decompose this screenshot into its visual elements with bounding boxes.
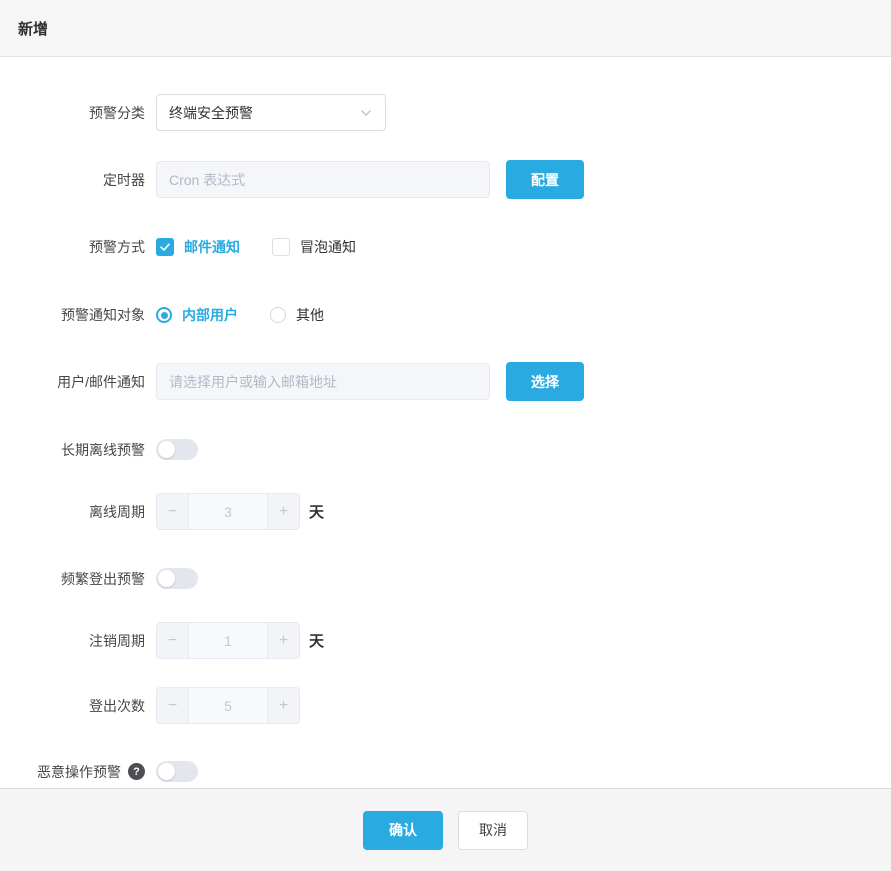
logout-count-stepper: − 5 +: [156, 687, 300, 724]
other-radio-label[interactable]: 其他: [296, 305, 324, 325]
form-row-logout-period: 注销周期 − 1 + 天: [0, 622, 891, 659]
category-select-value: 终端安全预警: [169, 103, 253, 123]
category-select[interactable]: 终端安全预警: [156, 94, 386, 131]
form-row-offline-period: 离线周期 − 3 + 天: [0, 493, 891, 530]
method-option-bubble: 冒泡通知: [272, 237, 356, 257]
add-alert-dialog: 新增 预警分类 终端安全预警 定时器 配置 预警方式: [0, 0, 891, 871]
help-icon[interactable]: ?: [128, 763, 145, 780]
confirm-button[interactable]: 确认: [363, 811, 443, 850]
dialog-title: 新增: [18, 18, 48, 39]
bubble-checkbox-label[interactable]: 冒泡通知: [300, 237, 356, 257]
dialog-header: 新增: [0, 0, 891, 57]
offline-period-value[interactable]: 3: [189, 494, 267, 529]
bubble-checkbox[interactable]: [272, 238, 290, 256]
configure-button[interactable]: 配置: [506, 160, 584, 199]
minus-icon[interactable]: −: [157, 623, 189, 658]
target-option-internal: 内部用户: [156, 305, 238, 325]
logout-count-value[interactable]: 5: [189, 688, 267, 723]
form-row-logout-alert: 频繁登出预警: [0, 568, 891, 589]
check-icon: [159, 241, 171, 253]
logout-alert-label: 频繁登出预警: [0, 569, 145, 589]
email-checkbox[interactable]: [156, 238, 174, 256]
internal-user-radio-label[interactable]: 内部用户: [182, 305, 238, 325]
logout-period-label: 注销周期: [0, 631, 145, 651]
category-label: 预警分类: [0, 103, 145, 123]
logout-period-unit: 天: [309, 630, 324, 651]
user-notify-label: 用户/邮件通知: [0, 372, 145, 392]
toggle-knob: [158, 570, 175, 587]
logout-period-stepper: − 1 +: [156, 622, 300, 659]
cron-input[interactable]: [156, 161, 490, 198]
toggle-knob: [158, 441, 175, 458]
timer-label: 定时器: [0, 170, 145, 190]
minus-icon[interactable]: −: [157, 494, 189, 529]
user-notify-input[interactable]: [156, 363, 490, 400]
logout-count-label: 登出次数: [0, 696, 145, 716]
cancel-button[interactable]: 取消: [458, 811, 528, 850]
other-radio[interactable]: [270, 307, 286, 323]
internal-user-radio[interactable]: [156, 307, 172, 323]
logout-period-value[interactable]: 1: [189, 623, 267, 658]
form-row-method: 预警方式 邮件通知 冒泡通知: [0, 237, 891, 257]
offline-alert-label: 长期离线预警: [0, 440, 145, 460]
form-row-malicious-alert: 恶意操作预警 ?: [0, 761, 891, 782]
form-row-offline-alert: 长期离线预警: [0, 439, 891, 460]
target-label: 预警通知对象: [0, 305, 145, 325]
malicious-alert-label: 恶意操作预警 ?: [0, 762, 145, 782]
form-row-user-notify: 用户/邮件通知 选择: [0, 362, 891, 401]
form-row-logout-count: 登出次数 − 5 +: [0, 687, 891, 724]
email-checkbox-label[interactable]: 邮件通知: [184, 237, 240, 257]
plus-icon[interactable]: +: [267, 623, 299, 658]
select-user-button[interactable]: 选择: [506, 362, 584, 401]
minus-icon[interactable]: −: [157, 688, 189, 723]
form-row-category: 预警分类 终端安全预警: [0, 94, 891, 131]
method-label: 预警方式: [0, 237, 145, 257]
method-option-email: 邮件通知: [156, 237, 240, 257]
form-row-target: 预警通知对象 内部用户 其他: [0, 305, 891, 325]
plus-icon[interactable]: +: [267, 494, 299, 529]
offline-period-unit: 天: [309, 501, 324, 522]
offline-period-label: 离线周期: [0, 502, 145, 522]
offline-period-stepper: − 3 +: [156, 493, 300, 530]
chevron-down-icon: [359, 106, 373, 120]
alert-form: 预警分类 终端安全预警 定时器 配置 预警方式: [0, 57, 891, 788]
malicious-alert-label-text: 恶意操作预警: [37, 762, 121, 782]
logout-alert-toggle[interactable]: [156, 568, 198, 589]
plus-icon[interactable]: +: [267, 688, 299, 723]
toggle-knob: [158, 763, 175, 780]
dialog-footer: 确认 取消: [0, 788, 891, 871]
target-option-other: 其他: [270, 305, 324, 325]
malicious-alert-toggle[interactable]: [156, 761, 198, 782]
offline-alert-toggle[interactable]: [156, 439, 198, 460]
form-row-timer: 定时器 配置: [0, 160, 891, 199]
